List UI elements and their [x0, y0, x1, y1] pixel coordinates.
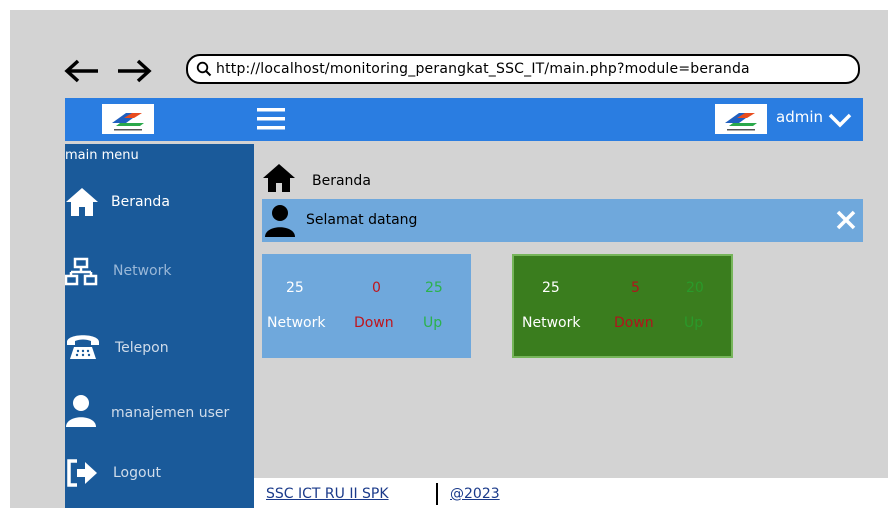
user-name[interactable]: admin — [776, 108, 823, 126]
sidebar: main menu Beranda Network Telepon manaje… — [65, 144, 254, 508]
home-icon — [263, 164, 295, 192]
breadcrumb: Beranda — [312, 173, 371, 189]
sidebar-title: main menu — [65, 148, 139, 163]
welcome-text: Selamat datang — [306, 212, 418, 228]
total-count: 25 — [542, 280, 560, 296]
address-bar[interactable]: http://localhost/monitoring_perangkat_SS… — [186, 54, 860, 84]
up-label: Up — [423, 315, 443, 331]
url-text[interactable]: http://localhost/monitoring_perangkat_SS… — [216, 61, 750, 77]
footer-link-ssc[interactable]: SSC ICT RU II SPK — [266, 486, 389, 502]
down-count: 5 — [631, 280, 640, 296]
home-icon — [66, 188, 98, 216]
down-label: Down — [614, 315, 654, 331]
forward-arrow-icon[interactable] — [116, 58, 152, 84]
up-count: 25 — [425, 280, 443, 296]
logout-icon — [67, 459, 97, 487]
user-icon — [66, 395, 96, 427]
sidebar-item-manajemen-user[interactable]: manajemen user — [65, 394, 254, 434]
close-icon[interactable] — [835, 209, 857, 231]
sidebar-item-beranda[interactable]: Beranda — [65, 186, 254, 226]
welcome-banner: Selamat datang — [262, 199, 863, 242]
up-label: Up — [684, 315, 704, 331]
status-card: 25 0 25 Network Down Up — [262, 254, 471, 358]
footer-link-year[interactable]: @2023 — [450, 486, 500, 502]
user-avatar-logo — [715, 104, 767, 134]
status-card: 25 5 20 Network Down Up — [512, 254, 733, 358]
top-navbar: admin — [65, 98, 863, 141]
down-count: 0 — [372, 280, 381, 296]
company-logo — [102, 104, 154, 134]
footer: SSC ICT RU II SPK @2023 — [254, 478, 888, 508]
sidebar-item-label: Network — [113, 263, 172, 279]
sidebar-item-label: Beranda — [111, 194, 170, 210]
sidebar-item-network[interactable]: Network — [65, 255, 254, 295]
search-icon — [196, 61, 212, 77]
sidebar-item-logout[interactable]: Logout — [65, 457, 254, 497]
phone-icon — [67, 335, 99, 359]
total-label: Network — [522, 315, 581, 331]
back-arrow-icon[interactable] — [64, 58, 100, 84]
sidebar-item-label: Telepon — [115, 340, 169, 356]
sidebar-item-label: Logout — [113, 465, 161, 481]
sidebar-item-telepon[interactable]: Telepon — [65, 329, 254, 369]
up-count: 20 — [686, 280, 704, 296]
total-label: Network — [267, 315, 326, 331]
network-icon — [65, 257, 98, 286]
down-label: Down — [354, 315, 394, 331]
user-icon — [265, 205, 295, 237]
total-count: 25 — [286, 280, 304, 296]
hamburger-menu-icon[interactable] — [257, 107, 285, 131]
chevron-down-icon[interactable] — [827, 112, 853, 128]
sidebar-item-label: manajemen user — [111, 405, 230, 421]
footer-divider — [436, 483, 438, 505]
